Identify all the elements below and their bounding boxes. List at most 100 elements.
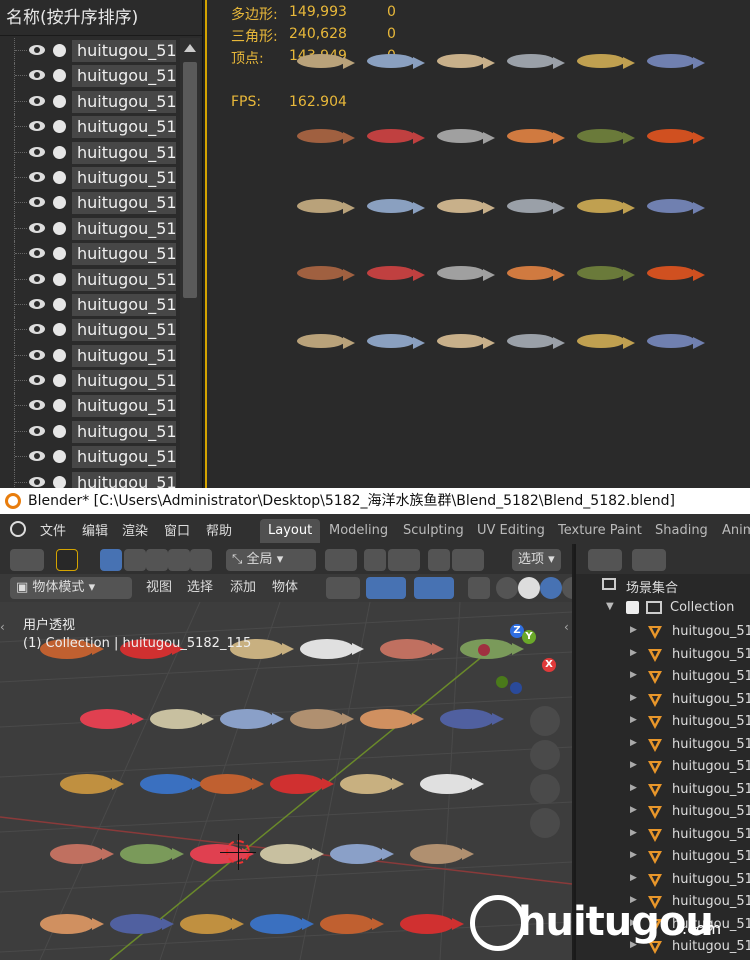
blender-menu-icon[interactable]	[10, 521, 26, 537]
fish-model[interactable]	[330, 844, 394, 864]
falloff-icon[interactable]	[452, 549, 484, 571]
select-subtract-icon[interactable]	[146, 549, 168, 571]
collection-checkbox[interactable]	[626, 601, 639, 614]
render-dot-icon[interactable]	[53, 120, 66, 134]
outliner-object-row[interactable]: ▶ huitugou_5182	[576, 645, 750, 668]
fish-model[interactable]	[507, 334, 565, 349]
fish-model[interactable]	[647, 54, 705, 69]
fish-model[interactable]	[507, 199, 565, 214]
menu-object[interactable]: 物体	[266, 577, 304, 599]
select-intersect-icon[interactable]	[190, 549, 212, 571]
outliner-object-row[interactable]: ▶ huitugou_5182	[576, 757, 750, 780]
outliner-object-row[interactable]: ▶ huitugou_5182	[576, 667, 750, 690]
3d-cursor-icon[interactable]	[220, 834, 256, 870]
fish-model[interactable]	[140, 774, 204, 794]
old-outliner-row[interactable]: huitugou_51	[0, 317, 180, 343]
old-outliner-item-name[interactable]: huitugou_51	[72, 90, 176, 113]
axis-x-handle[interactable]: X	[542, 658, 556, 672]
render-dot-icon[interactable]	[53, 44, 66, 57]
axis-y-handle[interactable]: Y	[522, 630, 536, 644]
navigation-gizmo[interactable]: Z Y X	[478, 622, 566, 702]
fish-model[interactable]	[300, 639, 364, 659]
expand-arrow-icon[interactable]: ▶	[630, 850, 637, 860]
fish-model[interactable]	[577, 334, 635, 349]
eye-icon[interactable]	[28, 449, 46, 463]
ortho-toggle-icon[interactable]	[530, 808, 560, 838]
eye-icon[interactable]	[28, 43, 46, 57]
render-dot-icon[interactable]	[53, 94, 66, 108]
old-outliner-item-name[interactable]: huitugou_51	[72, 141, 176, 164]
fish-model[interactable]	[507, 54, 565, 69]
old-outliner-row[interactable]: huitugou_51	[0, 444, 180, 470]
snap-icon[interactable]	[364, 549, 386, 571]
old-outliner-row[interactable]: huitugou_51	[0, 393, 180, 419]
collapse-arrow-icon[interactable]: ▼	[606, 601, 614, 612]
fish-model[interactable]	[260, 844, 324, 864]
render-dot-icon[interactable]	[53, 145, 66, 159]
render-dot-icon[interactable]	[53, 424, 66, 438]
eye-icon[interactable]	[28, 246, 46, 260]
render-dot-icon[interactable]	[53, 247, 66, 261]
camera-view-icon[interactable]	[530, 774, 560, 804]
outliner-editor-type-icon[interactable]	[588, 549, 622, 571]
fish-model[interactable]	[577, 266, 635, 281]
snap-target-icon[interactable]	[388, 549, 420, 571]
old-outliner-item-name[interactable]: huitugou_51	[72, 268, 176, 291]
old-outliner-item-name[interactable]: huitugou_51	[72, 65, 176, 88]
expand-arrow-icon[interactable]: ▶	[630, 738, 637, 748]
fish-model[interactable]	[367, 334, 425, 349]
outliner-object-row[interactable]: ▶ huitugou_5182	[576, 825, 750, 848]
eye-icon[interactable]	[28, 195, 46, 209]
fish-model[interactable]	[367, 199, 425, 214]
render-dot-icon[interactable]	[53, 297, 66, 311]
zoom-icon[interactable]	[530, 706, 560, 736]
eye-icon[interactable]	[28, 348, 46, 362]
menu-view[interactable]: 视图	[140, 577, 178, 599]
menu-help[interactable]: 帮助	[206, 520, 232, 539]
fish-model[interactable]	[60, 774, 124, 794]
expand-arrow-icon[interactable]: ▶	[630, 693, 637, 703]
fish-model[interactable]	[437, 129, 495, 144]
menu-edit[interactable]: 编辑	[82, 520, 108, 539]
old-outliner-row[interactable]: huitugou_51	[0, 164, 180, 191]
fish-model[interactable]	[270, 774, 334, 794]
expand-arrow-icon[interactable]: ▶	[630, 783, 637, 793]
mode-dropdown[interactable]: ▣ 物体模式 ▾	[10, 577, 132, 599]
expand-arrow-icon[interactable]: ▶	[630, 828, 637, 838]
old-outliner-item-name[interactable]: huitugou_51	[72, 217, 176, 240]
fish-model[interactable]	[647, 266, 705, 281]
old-outliner-row[interactable]: huitugou_51	[0, 114, 180, 140]
old-outliner-item-name[interactable]: huitugou_51	[72, 420, 176, 443]
old-outliner-row[interactable]: huitugou_51	[0, 342, 180, 369]
old-outliner-row[interactable]: huitugou_51	[0, 215, 180, 242]
old-outliner-item-name[interactable]: huitugou_51	[72, 319, 176, 342]
eye-icon[interactable]	[28, 170, 46, 184]
old-outliner-row[interactable]: huitugou_51	[0, 291, 180, 318]
old-outliner-row[interactable]: huitugou_51	[0, 190, 180, 216]
fish-model[interactable]	[577, 199, 635, 214]
fish-model[interactable]	[180, 914, 244, 934]
old-outliner-item-name[interactable]: huitugou_51	[72, 370, 176, 393]
outliner-object-row[interactable]: ▶ huitugou_5182	[576, 802, 750, 825]
outliner-object-row[interactable]: ▶ huitugou_5182	[576, 622, 750, 645]
fish-model[interactable]	[297, 129, 355, 144]
fish-model[interactable]	[507, 129, 565, 144]
old-viewport[interactable]: 多边形: 149,993 0 三角形: 240,628 0 顶点: 143,94…	[205, 0, 750, 488]
fish-model[interactable]	[50, 844, 114, 864]
old-outliner-scrollbar[interactable]	[180, 38, 200, 488]
eye-icon[interactable]	[28, 68, 46, 82]
fish-model[interactable]	[297, 199, 355, 214]
old-outliner-row[interactable]: huitugou_51	[0, 469, 180, 488]
old-outliner-row[interactable]: huitugou_51	[0, 139, 180, 165]
fish-model[interactable]	[437, 266, 495, 281]
outliner-sort-header[interactable]: 名称(按升序排序)	[0, 0, 202, 36]
fish-model[interactable]	[110, 914, 174, 934]
menu-add[interactable]: 添加	[224, 577, 262, 599]
fish-model[interactable]	[577, 129, 635, 144]
outliner-object-row[interactable]: ▶ huitugou_5182	[576, 690, 750, 713]
axis-neg-z-handle[interactable]	[510, 682, 522, 694]
render-dot-icon[interactable]	[53, 348, 66, 362]
outliner-object-row[interactable]: ▶ huitugou_5182	[576, 870, 750, 893]
wireframe-shading-icon[interactable]	[496, 577, 518, 599]
visibility-eye-icon[interactable]	[326, 577, 360, 599]
